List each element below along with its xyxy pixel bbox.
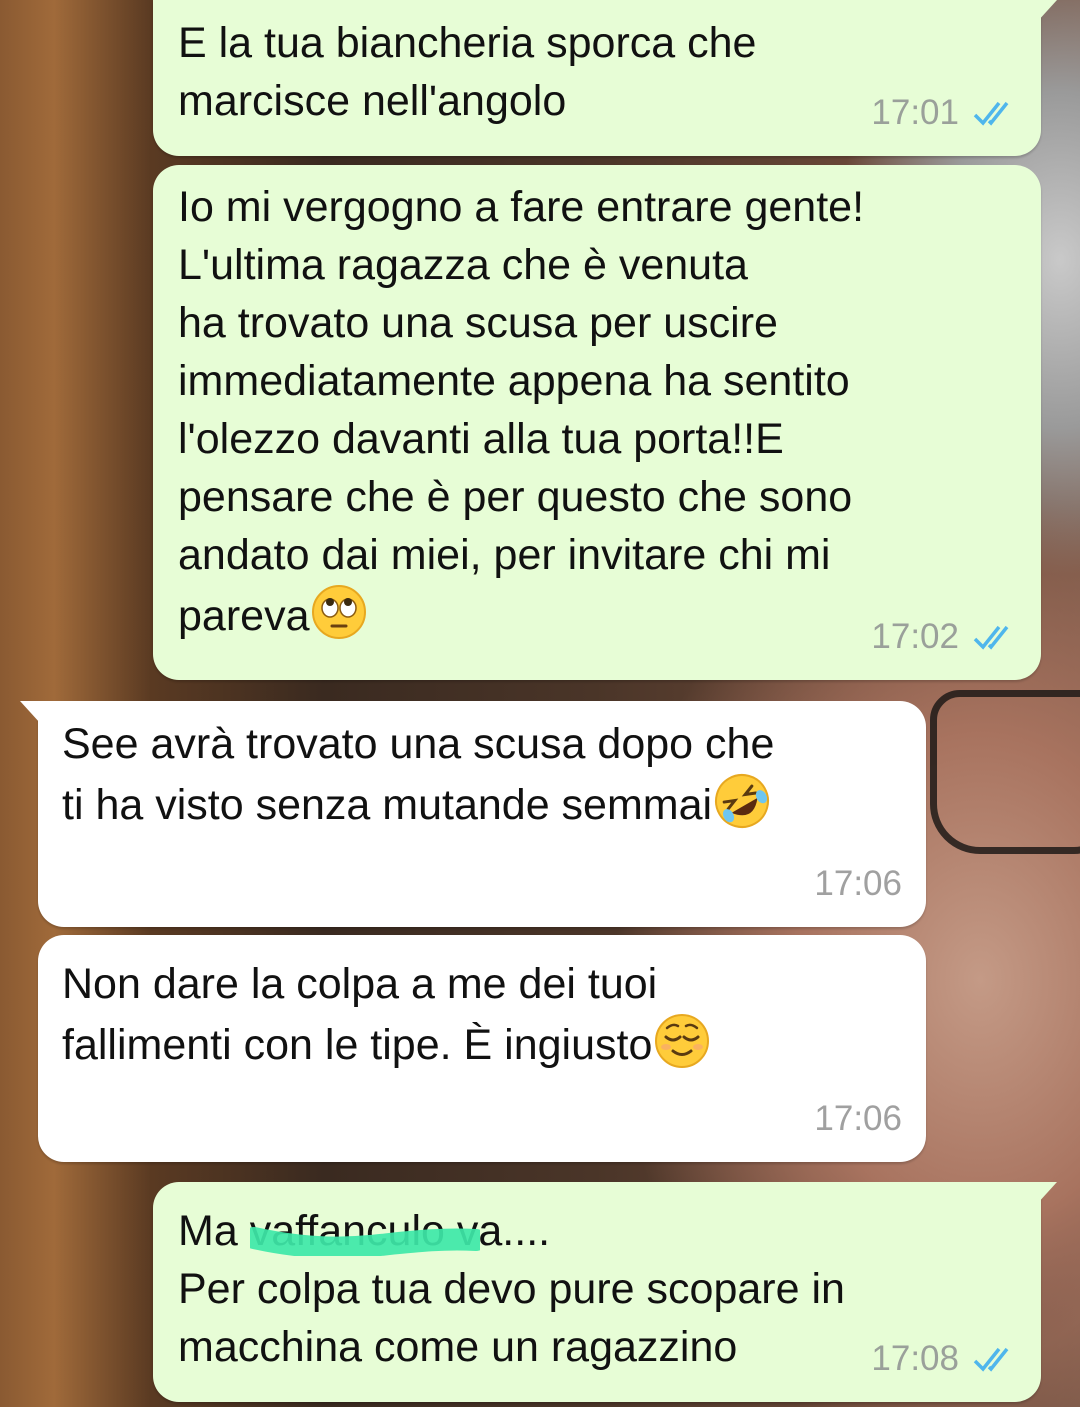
message-body: See avrà trovato una scusa dopo che ti h… <box>62 720 775 829</box>
double-check-read-icon <box>973 99 1017 127</box>
censored-word: vaffanculo <box>249 1202 480 1260</box>
wallpaper-glasses-shape <box>930 690 1080 854</box>
outgoing-message[interactable]: Io mi vergogno a fare entrare gente! L'u… <box>153 165 1041 680</box>
message-time: 17:08 <box>871 1339 959 1378</box>
incoming-message[interactable]: Non dare la colpa a me dei tuoi fallimen… <box>38 935 926 1162</box>
rolling-on-the-floor-laughing-icon <box>714 773 770 829</box>
message-time: 17:02 <box>871 617 959 656</box>
message-text: See avrà trovato una scusa dopo che ti h… <box>62 715 902 834</box>
censor-scribble-icon <box>249 1227 480 1256</box>
message-meta: 17:01 <box>871 84 1017 142</box>
message-time: 17:06 <box>814 1099 902 1138</box>
message-meta: 17:06 <box>814 855 902 913</box>
face-with-rolling-eyes-icon <box>311 584 367 640</box>
double-check-read-icon <box>973 623 1017 651</box>
message-text: Non dare la colpa a me dei tuoi fallimen… <box>62 955 902 1074</box>
message-time: 17:06 <box>814 864 902 903</box>
message-meta: 17:06 <box>814 1090 902 1148</box>
incoming-message[interactable]: See avrà trovato una scusa dopo che ti h… <box>20 701 926 927</box>
message-body: Non dare la colpa a me dei tuoi fallimen… <box>62 960 658 1069</box>
outgoing-message[interactable]: Ma vaffanculo va.... Per colpa tua devo … <box>153 1182 1057 1402</box>
message-body-start: Ma <box>178 1207 250 1255</box>
message-meta: 17:08 <box>871 1330 1017 1388</box>
message-meta: 17:02 <box>871 608 1017 666</box>
outgoing-message[interactable]: E la tua biancheria sporca che marcisce … <box>153 0 1057 156</box>
message-text: Io mi vergogno a fare entrare gente! L'u… <box>178 178 1017 645</box>
double-check-read-icon <box>973 1345 1017 1373</box>
relieved-face-icon <box>654 1013 710 1069</box>
message-time: 17:01 <box>871 93 959 132</box>
message-body: Io mi vergogno a fare entrare gente! L'u… <box>178 183 865 640</box>
